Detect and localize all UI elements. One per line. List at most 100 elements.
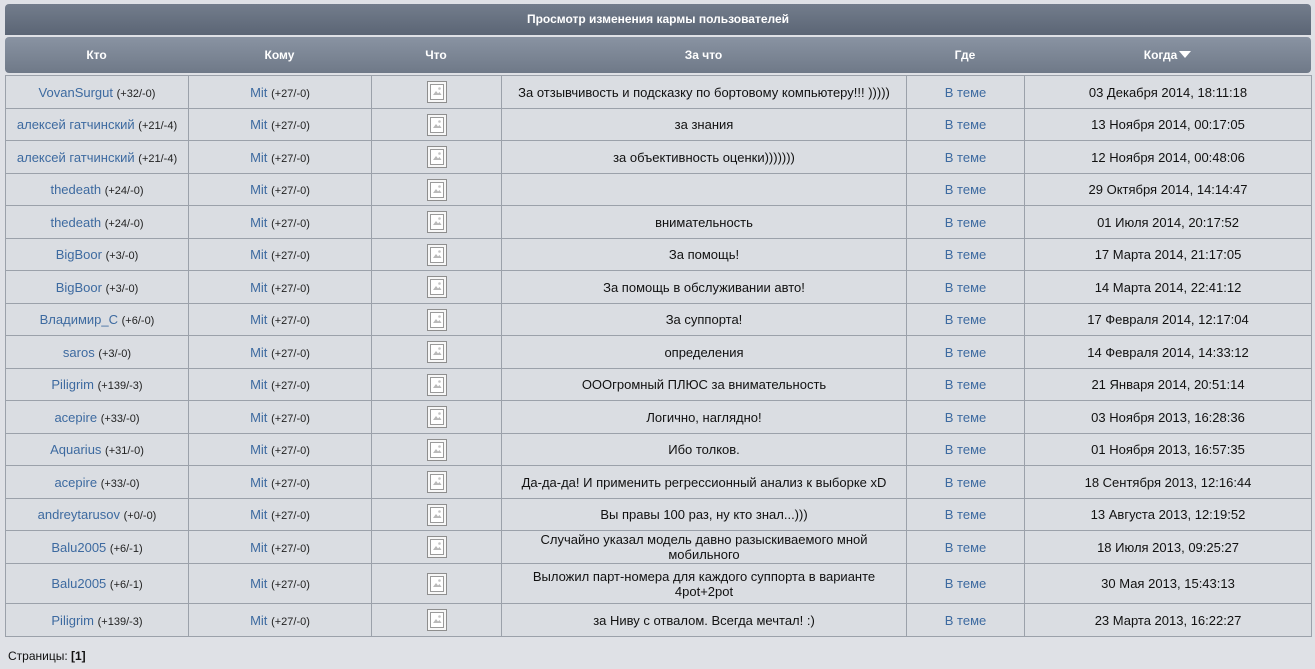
- to-user-link[interactable]: Mit: [250, 345, 267, 360]
- who-karma: (+0/-0): [123, 510, 157, 522]
- to-user-link[interactable]: Mit: [250, 576, 267, 591]
- topic-link[interactable]: В теме: [945, 475, 987, 490]
- column-header-for-what[interactable]: За что: [501, 37, 906, 73]
- table-row: Piligrim (+139/-3) Mit (+27/-0) за Ниву с …: [5, 603, 1312, 637]
- topic-link[interactable]: В теме: [945, 280, 987, 295]
- column-header-who[interactable]: Кто: [5, 37, 188, 73]
- to-user-link[interactable]: Mit: [250, 215, 267, 230]
- who-user-link[interactable]: алексей гатчинский: [17, 150, 135, 165]
- what-cell: [371, 530, 502, 564]
- when-cell: 01 Июля 2014, 20:17:52: [1024, 205, 1312, 239]
- topic-link[interactable]: В теме: [945, 312, 987, 327]
- who-karma: (+24/-0): [104, 217, 144, 230]
- table-row: алексей гатчинский (+21/-4) Mit (+27/-0) з…: [5, 108, 1312, 141]
- column-header-where[interactable]: Где: [906, 37, 1024, 73]
- image-placeholder-icon[interactable]: [426, 243, 447, 266]
- image-placeholder-icon[interactable]: [426, 503, 447, 526]
- karma-table: VovanSurgut (+32/-0) Mit (+27/-0) За отзыв…: [5, 75, 1312, 637]
- who-user-link[interactable]: acepire: [54, 475, 97, 490]
- when-cell: 21 Января 2014, 20:51:14: [1024, 368, 1312, 401]
- who-user-link[interactable]: Piligrim: [51, 377, 94, 392]
- who-karma: (+139/-3): [97, 380, 143, 392]
- topic-link[interactable]: В теме: [945, 345, 987, 360]
- who-user-link[interactable]: Balu2005: [51, 576, 106, 591]
- to-user-link[interactable]: Mit: [250, 442, 267, 457]
- who-user-link[interactable]: алексей гатчинский: [17, 117, 135, 132]
- topic-link[interactable]: В теме: [945, 442, 987, 457]
- image-placeholder-icon[interactable]: [426, 438, 447, 461]
- image-placeholder-icon[interactable]: [426, 308, 447, 331]
- topic-link[interactable]: В теме: [945, 182, 987, 197]
- pagination-current-page[interactable]: [1]: [71, 649, 86, 663]
- to-karma: (+27/-0): [271, 282, 310, 295]
- who-cell: saros (+3/-0): [5, 335, 189, 369]
- topic-link[interactable]: В теме: [945, 410, 987, 425]
- topic-link[interactable]: В теме: [945, 613, 987, 628]
- who-user-link[interactable]: acepire: [54, 410, 97, 425]
- who-user-link[interactable]: thedeath: [50, 182, 101, 197]
- image-placeholder-icon[interactable]: [426, 276, 447, 298]
- to-user-link[interactable]: Mit: [250, 613, 267, 628]
- who-user-link[interactable]: VovanSurgut: [39, 85, 113, 100]
- topic-link[interactable]: В теме: [945, 117, 987, 132]
- image-placeholder-icon[interactable]: [426, 536, 447, 558]
- to-user-link[interactable]: Mit: [250, 280, 267, 295]
- topic-link[interactable]: В теме: [945, 507, 987, 522]
- column-header-when[interactable]: Когда: [1024, 37, 1311, 73]
- to-user-link[interactable]: Mit: [250, 507, 267, 522]
- who-cell: Balu2005 (+6/-1): [5, 563, 189, 604]
- to-user-link[interactable]: Mit: [250, 410, 267, 425]
- topic-link[interactable]: В теме: [945, 377, 987, 392]
- sort-descending-icon[interactable]: [1179, 51, 1192, 58]
- table-row: thedeath (+24/-0) Mit (+27/-0) В теме 29 Ок…: [5, 173, 1312, 206]
- to-user-link[interactable]: Mit: [250, 85, 267, 100]
- table-row: Balu2005 (+6/-1) Mit (+27/-0) Выложил парт…: [5, 563, 1312, 604]
- image-placeholder-icon[interactable]: [426, 211, 447, 233]
- image-placeholder-icon[interactable]: [426, 572, 447, 595]
- image-placeholder-icon[interactable]: [426, 113, 447, 136]
- to-user-link[interactable]: Mit: [250, 117, 267, 132]
- image-placeholder-icon[interactable]: [426, 146, 447, 168]
- to-cell: Mit (+27/-0): [188, 433, 372, 466]
- image-placeholder-icon[interactable]: [426, 341, 447, 363]
- image-placeholder-icon[interactable]: [426, 406, 447, 428]
- to-user-link[interactable]: Mit: [250, 247, 267, 262]
- image-placeholder-icon[interactable]: [426, 373, 447, 396]
- image-placeholder-icon[interactable]: [426, 609, 447, 631]
- who-user-link[interactable]: Piligrim: [51, 613, 94, 628]
- to-user-link[interactable]: Mit: [250, 312, 267, 327]
- when-cell: 23 Марта 2013, 16:22:27: [1024, 603, 1312, 637]
- who-user-link[interactable]: Владимир_С: [40, 312, 118, 327]
- who-user-link[interactable]: andreytarusov: [38, 507, 120, 522]
- to-user-link[interactable]: Mit: [250, 182, 267, 197]
- to-user-link[interactable]: Mit: [250, 540, 267, 555]
- where-cell: В теме: [906, 140, 1025, 174]
- who-karma: (+21/-4): [138, 120, 178, 132]
- who-cell: thedeath (+24/-0): [5, 173, 189, 206]
- image-placeholder-icon[interactable]: [426, 178, 447, 201]
- who-user-link[interactable]: BigBoor: [56, 280, 102, 295]
- to-user-link[interactable]: Mit: [250, 150, 267, 165]
- who-user-link[interactable]: thedeath: [50, 215, 101, 230]
- column-header-to[interactable]: Кому: [188, 37, 371, 73]
- to-user-link[interactable]: Mit: [250, 475, 267, 490]
- to-user-link[interactable]: Mit: [250, 377, 267, 392]
- image-placeholder-icon[interactable]: [426, 81, 447, 103]
- table-row: Piligrim (+139/-3) Mit (+27/-0) ОООгромный…: [5, 368, 1312, 401]
- topic-link[interactable]: В теме: [945, 85, 987, 100]
- who-user-link[interactable]: saros: [63, 345, 95, 360]
- when-cell: 29 Октября 2014, 14:14:47: [1024, 173, 1312, 206]
- topic-link[interactable]: В теме: [945, 215, 987, 230]
- table-row: Владимир_С (+6/-0) Mit (+27/-0) За суппорт…: [5, 303, 1312, 336]
- topic-link[interactable]: В теме: [945, 576, 987, 591]
- table-row: алексей гатчинский (+21/-4) Mit (+27/-0) з…: [5, 140, 1312, 174]
- image-placeholder-icon[interactable]: [426, 471, 447, 493]
- who-user-link[interactable]: BigBoor: [56, 247, 102, 262]
- column-header-what[interactable]: Что: [371, 37, 501, 73]
- reason-cell: ОООгромный ПЛЮС за внимательность: [501, 368, 907, 401]
- topic-link[interactable]: В теме: [945, 247, 987, 262]
- topic-link[interactable]: В теме: [945, 540, 987, 555]
- who-user-link[interactable]: Aquarius: [50, 442, 101, 457]
- topic-link[interactable]: В теме: [945, 150, 987, 165]
- who-user-link[interactable]: Balu2005: [51, 540, 106, 555]
